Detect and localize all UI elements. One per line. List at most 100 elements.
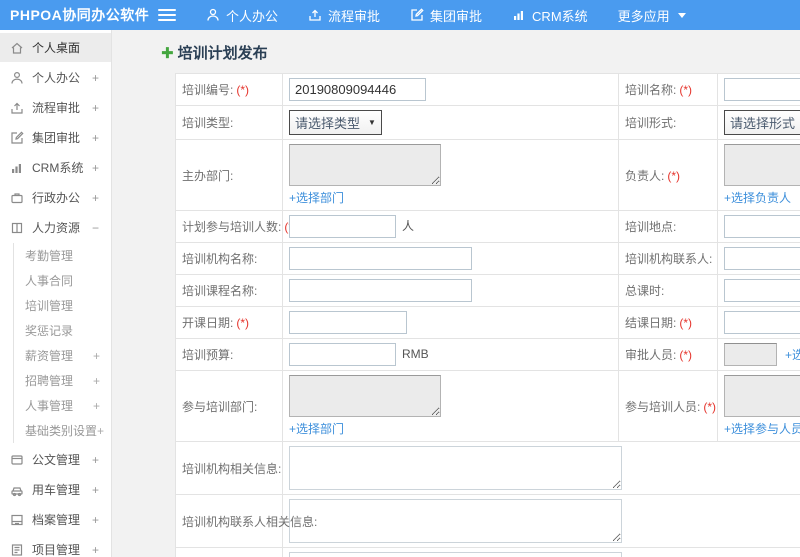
top-nav: 个人办公 流程审批 集团审批 CRM系统 更多应用 [206, 6, 686, 25]
sidebar-subitem-salary[interactable]: 薪资管理 + [14, 343, 111, 368]
join-people-textarea[interactable] [724, 375, 800, 417]
field-label: 培训机构名称: [182, 252, 258, 266]
budget-input[interactable] [289, 343, 396, 366]
field-label: 参与培训部门: [182, 399, 258, 414]
field-label: 总课时: [625, 284, 665, 298]
sidebar-subitem-training[interactable]: 培训管理 [14, 293, 111, 318]
approver-input[interactable] [724, 343, 777, 366]
field-label: 培训类型: [182, 116, 234, 130]
sidebar-item-projects[interactable]: 项目管理 + [0, 535, 111, 557]
org-info-textarea[interactable] [289, 446, 622, 490]
end-date-input[interactable] [724, 311, 800, 334]
expand-icon[interactable]: + [92, 453, 101, 467]
main-content: ✚ 培训计划发布 培训编号:(*) 培训名称:(*) 培训类型: 请选择类型▼ … [112, 30, 800, 557]
location-input[interactable] [724, 215, 800, 238]
field-label: 培训预算: [182, 348, 234, 362]
course-name-input[interactable] [289, 279, 472, 302]
project-icon [10, 543, 24, 557]
field-label: 计划参与培训人数: [182, 220, 282, 234]
nav-more-apps[interactable]: 更多应用 [618, 6, 686, 25]
training-form-select[interactable]: 请选择形式▼ [724, 110, 800, 135]
upload-icon [10, 101, 24, 115]
sidebar-item-personal-office[interactable]: 个人办公 + [0, 63, 111, 92]
select-leader-link[interactable]: +选择负责人 [724, 189, 791, 206]
sidebar-subitem-personnel[interactable]: 人事管理 + [14, 393, 111, 418]
plus-icon: ✚ [161, 44, 174, 62]
sidebar-item-archives[interactable]: 档案管理 + [0, 505, 111, 534]
total-hours-input[interactable] [724, 279, 800, 302]
select-dept-link[interactable]: +选择部门 [289, 420, 344, 437]
host-dept-textarea[interactable] [289, 144, 441, 186]
field-label: 培训机构相关信息: [182, 461, 282, 476]
field-label: 培训机构联系人: [625, 252, 713, 266]
expand-icon[interactable]: + [92, 543, 101, 557]
org-name-input[interactable] [289, 247, 472, 270]
expand-icon[interactable]: + [92, 161, 101, 175]
sidebar-item-admin-office[interactable]: 行政办公 + [0, 183, 111, 212]
join-dept-textarea[interactable] [289, 375, 441, 417]
expand-icon[interactable]: + [93, 399, 103, 413]
chevron-down-icon [677, 12, 686, 18]
home-icon [10, 41, 24, 55]
sidebar-item-vehicle[interactable]: 用车管理 + [0, 475, 111, 504]
expand-icon[interactable]: + [93, 349, 103, 363]
field-label: 培训地点: [625, 220, 677, 234]
requirement-textarea[interactable] [289, 552, 622, 557]
document-icon [10, 453, 24, 467]
sidebar-item-workflow-approval[interactable]: 流程审批 + [0, 93, 111, 122]
sidebar-subitem-attendance[interactable]: 考勤管理 [14, 243, 111, 268]
training-name-input[interactable] [724, 78, 800, 101]
field-label: 参与培训人员: [625, 399, 701, 414]
nav-personal-office[interactable]: 个人办公 [206, 6, 278, 25]
currency-label: RMB [402, 346, 429, 361]
sidebar: 个人桌面 个人办公 + 流程审批 + 集团审批 + CRM系统 + 行政办公 + [0, 30, 112, 557]
field-label: 培训名称: [625, 83, 677, 97]
sidebar-item-personal-desktop[interactable]: 个人桌面 [0, 33, 111, 62]
briefcase-icon [10, 191, 24, 205]
training-no-input[interactable] [289, 78, 426, 101]
page-header: ✚ 培训计划发布 [112, 30, 800, 73]
edit-icon [410, 8, 424, 22]
sidebar-item-documents[interactable]: 公文管理 + [0, 445, 111, 474]
nav-crm-system[interactable]: CRM系统 [512, 6, 588, 25]
leader-textarea[interactable] [724, 144, 800, 186]
app-logo: PHPOA协同办公软件 [10, 7, 150, 23]
sidebar-subitem-recruit[interactable]: 招聘管理 + [14, 368, 111, 393]
expand-icon[interactable]: + [92, 131, 101, 145]
archive-icon [10, 513, 24, 527]
sidebar-item-group-approval[interactable]: 集团审批 + [0, 123, 111, 152]
sidebar-item-hr[interactable]: 人力资源 − [0, 213, 111, 242]
expand-icon[interactable]: + [92, 101, 101, 115]
nav-workflow-approval[interactable]: 流程审批 [308, 6, 380, 25]
sidebar-item-crm[interactable]: CRM系统 + [0, 153, 111, 182]
org-contact-input[interactable] [724, 247, 800, 270]
nav-group-approval[interactable]: 集团审批 [410, 6, 482, 25]
org-contact-info-textarea[interactable] [289, 499, 622, 543]
field-label: 开课日期: [182, 316, 234, 330]
expand-icon[interactable]: + [92, 513, 101, 527]
expand-icon[interactable]: + [97, 424, 107, 438]
expand-icon[interactable]: + [92, 71, 101, 85]
sidebar-subitem-rewards[interactable]: 奖惩记录 [14, 318, 111, 343]
hr-submenu: 考勤管理 人事合同 培训管理 奖惩记录 薪资管理 + 招聘管理 + 人事管理 +… [13, 243, 111, 443]
expand-icon[interactable]: + [93, 374, 103, 388]
collapse-icon[interactable]: − [92, 221, 101, 235]
field-label: 培训形式: [625, 116, 677, 130]
upload-icon [308, 8, 322, 22]
training-type-select[interactable]: 请选择类型 ▼ [289, 110, 382, 135]
select-approver-link[interactable]: +选择审批人员 [785, 346, 800, 363]
unit-label: 人 [402, 218, 415, 233]
sidebar-subitem-hr-contract[interactable]: 人事合同 [14, 268, 111, 293]
car-icon [10, 483, 24, 497]
field-label: 培训课程名称: [182, 284, 258, 298]
select-dept-link[interactable]: +选择部门 [289, 189, 344, 206]
planned-count-input[interactable] [289, 215, 396, 238]
select-participants-link[interactable]: +选择参与人员 [724, 420, 800, 437]
expand-icon[interactable]: + [92, 191, 101, 205]
start-date-input[interactable] [289, 311, 407, 334]
sidebar-subitem-base-category[interactable]: 基础类别设置 + [14, 418, 111, 443]
menu-toggle-icon[interactable] [158, 9, 176, 21]
field-label: 负责人: [625, 168, 665, 183]
expand-icon[interactable]: + [92, 483, 101, 497]
field-label: 主办部门: [182, 168, 234, 183]
